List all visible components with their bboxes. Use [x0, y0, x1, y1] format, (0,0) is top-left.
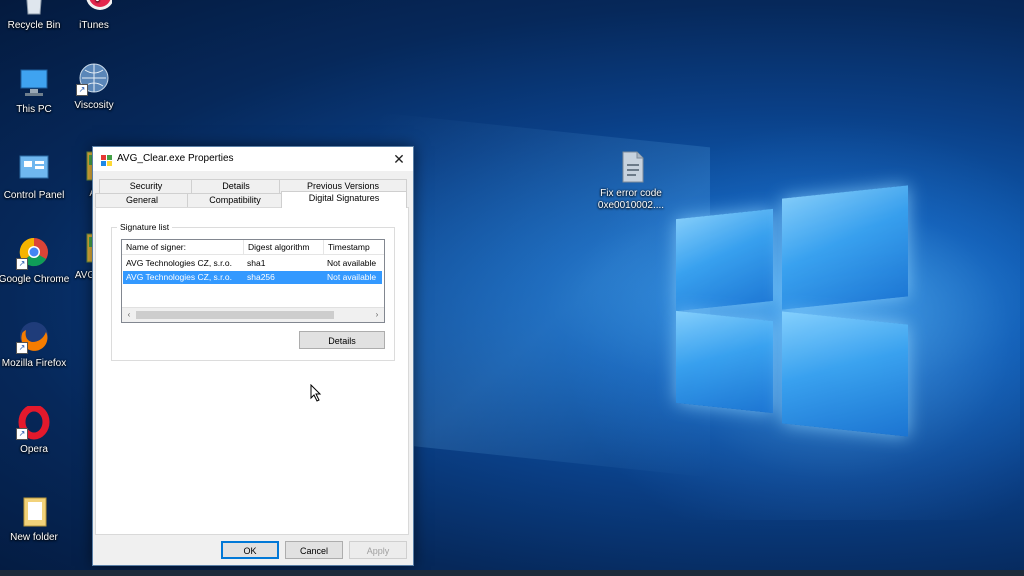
- details-button[interactable]: Details: [299, 331, 385, 349]
- properties-dialog: AVG_Clear.exe Properties ✕ Security Deta…: [92, 146, 414, 566]
- apply-button[interactable]: Apply: [349, 541, 407, 559]
- tab-general[interactable]: General: [95, 193, 189, 207]
- desktop-icon-fix-error-document[interactable]: Fix error code 0xe0010002....: [594, 150, 668, 212]
- avg-app-icon: [101, 153, 112, 166]
- viscosity-icon: ↗: [76, 62, 112, 96]
- desktop-icon-itunes[interactable]: ♪ iTunes: [57, 0, 131, 32]
- desktop-icon-label: New folder: [10, 532, 58, 543]
- signer-name: AVG Technologies CZ, s.r.o.: [126, 258, 232, 268]
- this-pc-icon: [16, 66, 52, 100]
- table-row[interactable]: AVG Technologies CZ, s.r.o. sha1 Not ava…: [123, 257, 382, 270]
- tab-compatibility[interactable]: Compatibility: [187, 193, 283, 207]
- mouse-pointer-icon: [310, 383, 322, 407]
- tab-details[interactable]: Details: [191, 179, 281, 193]
- scroll-left-icon[interactable]: ‹: [122, 308, 136, 322]
- desktop-icon-mozilla-firefox[interactable]: ↗ Mozilla Firefox: [0, 320, 71, 370]
- cancel-button[interactable]: Cancel: [285, 541, 343, 559]
- desktop-icon-label: iTunes: [79, 20, 109, 31]
- timestamp: Not available: [327, 272, 377, 282]
- control-panel-icon: [16, 152, 52, 186]
- desktop-icon-label: Viscosity: [74, 100, 114, 111]
- table-row-selected[interactable]: AVG Technologies CZ, s.r.o. sha256 Not a…: [123, 271, 382, 284]
- digest-algorithm: sha256: [247, 272, 275, 282]
- digest-algorithm: sha1: [247, 258, 266, 268]
- folder-icon: [16, 494, 52, 528]
- signature-list-label: Signature list: [117, 222, 173, 232]
- tab-security[interactable]: Security: [99, 179, 193, 193]
- signature-list-view[interactable]: Name of signer: Digest algorithm Timesta…: [121, 239, 385, 323]
- chrome-icon: ↗: [16, 236, 52, 270]
- shortcut-arrow-icon: ↗: [16, 342, 28, 354]
- desktop-icon-label: Opera: [20, 444, 48, 455]
- windows-logo-pane-bottom-left: [676, 310, 773, 414]
- desktop-icon-viscosity[interactable]: ↗ Viscosity: [57, 62, 131, 112]
- desktop-icon-new-folder[interactable]: New folder: [0, 494, 71, 544]
- list-header: Name of signer: Digest algorithm Timesta…: [122, 240, 384, 255]
- desktop-icon-label: Mozilla Firefox: [1, 358, 67, 369]
- firefox-icon: ↗: [16, 320, 52, 354]
- dialog-title: AVG_Clear.exe Properties: [117, 153, 234, 164]
- windows-logo-pane-top-left: [676, 208, 773, 312]
- document-icon: [613, 150, 649, 184]
- horizontal-scrollbar[interactable]: ‹ ›: [122, 307, 384, 322]
- shortcut-arrow-icon: ↗: [76, 84, 88, 96]
- windows-logo-pane-bottom-right: [782, 311, 908, 437]
- taskbar-edge: [0, 570, 1024, 576]
- tab-digital-signatures[interactable]: Digital Signatures: [281, 191, 407, 208]
- scrollbar-thumb[interactable]: [136, 311, 334, 319]
- close-icon[interactable]: ✕: [389, 149, 409, 169]
- scroll-right-icon[interactable]: ›: [370, 308, 384, 322]
- signer-name: AVG Technologies CZ, s.r.o.: [126, 272, 232, 282]
- svg-text:♪: ♪: [95, 0, 103, 4]
- column-header-name-of-signer[interactable]: Name of signer:: [122, 240, 244, 254]
- opera-icon: ↗: [16, 404, 52, 440]
- desktop: Recycle Bin ♪ iTunes This PC ↗ Viscosity…: [0, 0, 1024, 576]
- dialog-titlebar[interactable]: AVG_Clear.exe Properties ✕: [93, 147, 413, 171]
- column-header-timestamp[interactable]: Timestamp: [324, 240, 384, 254]
- desktop-icon-label: Fix error code 0xe0010002....: [597, 188, 665, 211]
- desktop-icon-opera[interactable]: ↗ Opera: [0, 404, 71, 456]
- itunes-icon: ♪: [76, 0, 114, 16]
- shortcut-arrow-icon: ↗: [16, 258, 28, 270]
- recycle-bin-icon: [16, 0, 52, 16]
- ok-button[interactable]: OK: [221, 541, 279, 559]
- shortcut-arrow-icon: ↗: [16, 428, 28, 440]
- column-header-digest-algorithm[interactable]: Digest algorithm: [244, 240, 324, 254]
- timestamp: Not available: [327, 258, 377, 268]
- windows-logo-pane-top-right: [782, 185, 908, 310]
